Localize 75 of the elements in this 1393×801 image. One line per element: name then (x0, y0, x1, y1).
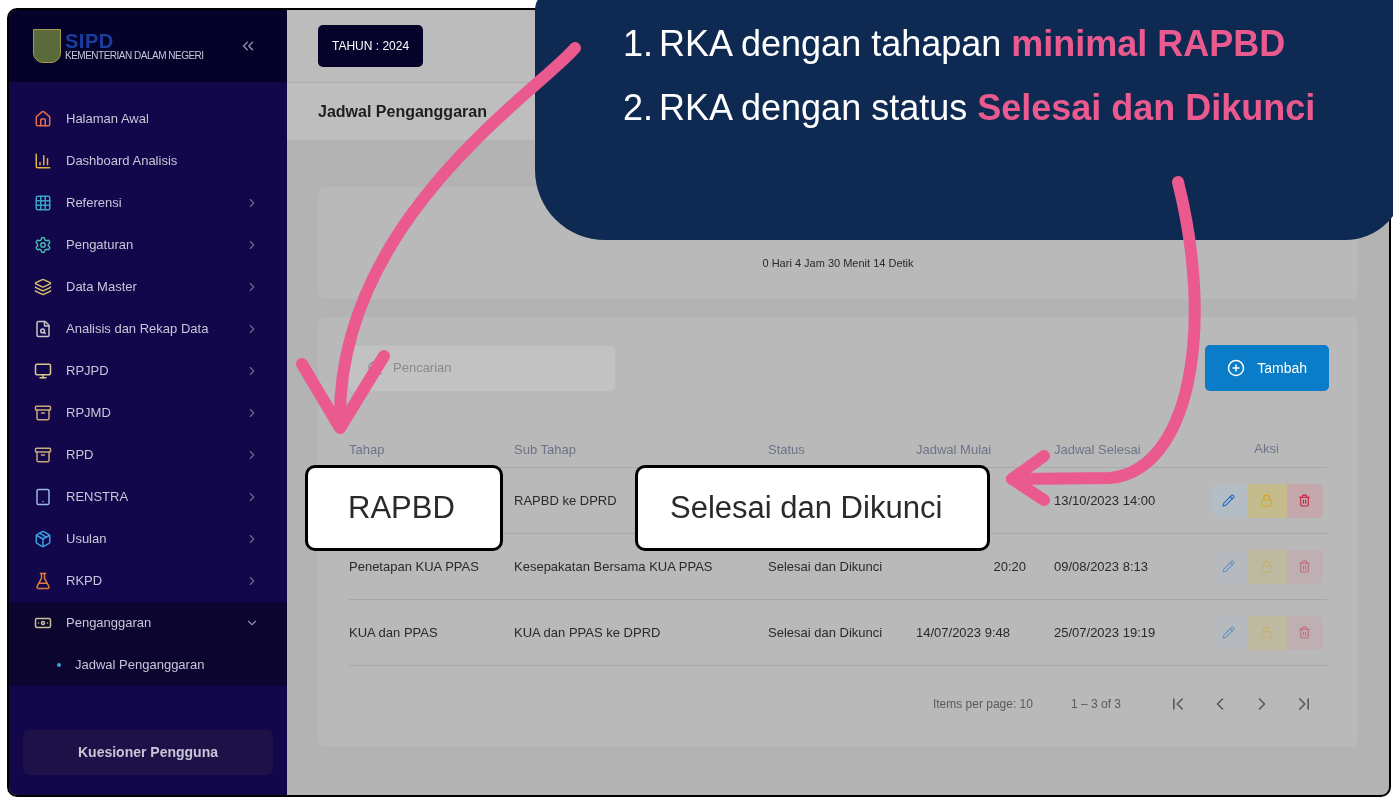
table-cell-text: 25/07/2023 19:19 (1054, 623, 1156, 642)
items-per-page[interactable]: Items per page: 10 (932, 695, 1033, 713)
add-button[interactable]: Tambah (1205, 345, 1329, 391)
sidebar-item[interactable]: Dashboard Analisis (9, 140, 287, 182)
column-header: Sub Tahap (514, 442, 576, 457)
table-cell-text: Kesepakatan Bersama KUA PPAS (514, 557, 713, 576)
sidebar-item[interactable]: RENSTRA (9, 476, 287, 518)
trash-icon (1298, 560, 1311, 573)
lock-icon (1260, 494, 1273, 507)
sidebar-item[interactable]: Halaman Awal (9, 98, 287, 140)
document-search-icon (34, 320, 52, 338)
plus-icon (1227, 359, 1246, 377)
sidebar-item[interactable]: RPJMD (9, 392, 287, 434)
pencil-icon (1222, 494, 1235, 507)
sidebar-item[interactable]: Pengaturan (9, 224, 287, 266)
trash-icon (1298, 494, 1311, 507)
delete-button[interactable] (1286, 483, 1323, 518)
column-header: Jadwal Mulai (916, 442, 992, 457)
bullet-icon (57, 663, 61, 667)
sidebar-item[interactable]: RKPD (9, 560, 287, 602)
table-cell-text: 14/07/2023 9:48 (916, 623, 1010, 642)
lock-icon (1260, 626, 1273, 639)
sidebar-item[interactable]: RPD (9, 434, 287, 476)
column-header: Status (768, 442, 805, 457)
year-badge[interactable]: TAHUN : 2024 (318, 25, 424, 67)
pencil-icon (1222, 626, 1235, 639)
countdown-text: 0 Hari 4 Jam 30 Menit 14 Detik (762, 255, 914, 271)
flask-icon (34, 572, 52, 590)
table-cell-text: KUA dan PPAS ke DPRD (514, 623, 661, 642)
table-cell-text: KUA dan PPAS (349, 623, 438, 642)
stack-icon (34, 278, 52, 296)
bar-chart-icon (34, 152, 52, 170)
column-header: Jadwal Selesai (1054, 442, 1141, 457)
drawer-icon (34, 404, 52, 422)
table-cell-text: Penetapan KUA PPAS (349, 557, 479, 576)
table-cell-text: 09/08/2023 8:13 (1054, 557, 1148, 576)
lock-icon (1260, 560, 1273, 573)
column-header: Aksi (1254, 440, 1279, 459)
note-text: RKA dengan status Selesai dan Dikunci (659, 86, 1316, 130)
table-cell-text: RAPBD ke DPRD (514, 491, 617, 510)
search-input[interactable]: Pencarian (393, 358, 593, 378)
edit-button[interactable] (1210, 483, 1247, 518)
note-text: RKA dengan tahapan minimal RAPBD (659, 22, 1286, 66)
box-icon (34, 530, 52, 548)
sidebar-item[interactable]: RPJPD (9, 350, 287, 392)
page-range: 1 – 3 of 3 (1070, 696, 1121, 713)
zoom-callout: Selesai dan Dikunci (635, 465, 990, 551)
zoom-callout: RAPBD (305, 465, 503, 551)
tablet-icon (34, 488, 52, 506)
sidebar-item[interactable]: Usulan (9, 518, 287, 560)
trash-icon (1298, 626, 1311, 639)
logo-title: SIPD (65, 31, 114, 51)
grid-icon (34, 194, 52, 212)
list-number: 1. (623, 22, 655, 66)
lock-button[interactable] (1246, 483, 1287, 518)
table-cell-text: Selesai dan Dikunci (768, 557, 883, 576)
questionnaire-button[interactable]: Kuesioner Pengguna (23, 730, 273, 775)
logo-subtitle: KEMENTERIAN DALAM NEGERI (65, 51, 205, 61)
sidebar-item[interactable]: Data Master (9, 266, 287, 308)
pencil-icon (1222, 560, 1235, 573)
monitor-icon (34, 362, 52, 380)
column-header: Tahap (349, 442, 385, 457)
sidebar-item[interactable]: Penganggaran (9, 602, 287, 644)
table-cell-text: Selesai dan Dikunci (768, 623, 883, 642)
gear-icon (34, 236, 52, 254)
house-icon (34, 110, 52, 128)
sidebar-item[interactable]: Referensi (9, 182, 287, 224)
drawer-icon (34, 446, 52, 464)
page-title: Jadwal Penganggaran (318, 101, 487, 122)
list-number: 2. (623, 86, 655, 130)
submenu-item[interactable]: Jadwal Penganggaran (9, 644, 287, 686)
sidebar-item[interactable]: Analisis dan Rekap Data (9, 308, 287, 350)
emblem-icon (33, 29, 61, 63)
table-cell-text: 20:20 (993, 557, 1026, 576)
table-cell-text: 13/10/2023 14:00 (1054, 491, 1156, 510)
